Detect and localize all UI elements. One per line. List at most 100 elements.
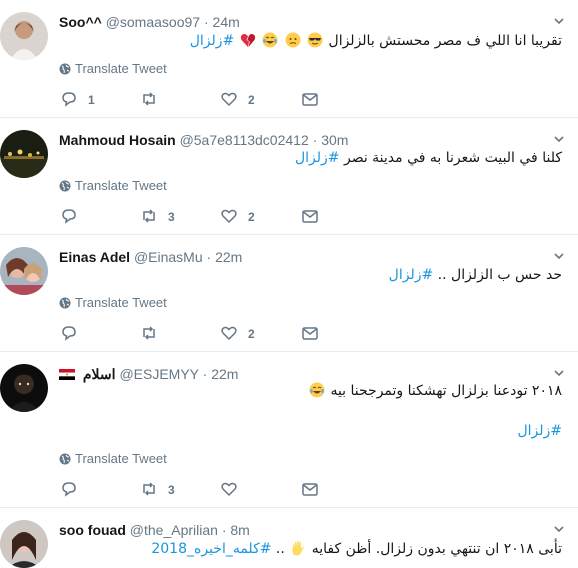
tweet-body: حد حس ب الزلزال .. (437, 267, 562, 283)
user-handle[interactable]: @EinasMu (134, 249, 203, 265)
tweet-card[interactable]: Einas Adel @EinasMu · 22m حد حس ب الزلزا… (0, 235, 578, 352)
like-button[interactable]: 2 (220, 90, 255, 110)
envelope-icon (302, 210, 318, 223)
chevron-down-icon[interactable] (552, 366, 566, 380)
display-name[interactable]: Soo^^ (59, 14, 102, 30)
tweet-body: كلنا في البيت شعرنا به في مدينة نصر (343, 150, 562, 166)
separator-dot: · (221, 522, 227, 538)
reply-icon (62, 326, 76, 341)
tweet-text: ٢٠١٨ تودعنا بزلزال تهشكنا وتمرجحنا بيه (308, 381, 562, 401)
sunglasses-emoji (307, 32, 323, 48)
user-handle[interactable]: @5a7e8113dc02412 (180, 132, 309, 148)
chevron-down-icon[interactable] (552, 522, 566, 536)
display-name[interactable]: Mahmoud Hosain (59, 132, 176, 148)
reply-button[interactable] (60, 324, 88, 344)
separator-dot: · (312, 132, 318, 148)
retweet-count: 3 (168, 210, 175, 224)
retweet-button[interactable]: 3 (140, 207, 175, 227)
retweet-icon (143, 92, 155, 106)
reply-count: 1 (88, 93, 95, 107)
tweet-text: تقريبا انا اللي ف مصر محستش بالزلزال #زل… (190, 31, 562, 51)
hashtag-link[interactable]: #زلزال (517, 423, 562, 439)
avatar[interactable] (0, 520, 48, 568)
tweet-card[interactable]: Mahmoud Hosain @5a7e8113dc02412 · 30m كل… (0, 118, 578, 235)
heart-icon (221, 482, 237, 497)
translate-tweet-link[interactable]: Translate Tweet (59, 61, 167, 77)
retweet-button[interactable]: 3 (140, 480, 175, 500)
separator-dot: · (206, 249, 212, 265)
tweet-header: soo fouad @the_Aprilian · 8m (59, 521, 548, 539)
hashtag-link[interactable]: #زلزال (389, 267, 434, 283)
timestamp[interactable]: 30m (321, 132, 348, 148)
user-handle[interactable]: @the_Aprilian (130, 522, 218, 538)
avatar[interactable] (0, 130, 48, 178)
sad-face-emoji (285, 32, 301, 48)
retweet-count: 3 (168, 483, 175, 497)
user-handle[interactable]: @ESJEMYY (119, 366, 198, 382)
chevron-down-icon[interactable] (552, 132, 566, 146)
chevron-down-icon[interactable] (552, 14, 566, 28)
tweet-text: حد حس ب الزلزال .. #زلزال (389, 265, 562, 285)
direct-message-button[interactable] (301, 480, 319, 500)
timestamp[interactable]: 22m (211, 366, 238, 382)
tweet-body: تقريبا انا اللي ف مصر محستش بالزلزال (328, 33, 562, 49)
like-count: 2 (248, 210, 255, 224)
tweet-body: ٢٠١٨ تودعنا بزلزال تهشكنا وتمرجحنا بيه (330, 383, 562, 399)
globe-icon (59, 297, 71, 309)
direct-message-button[interactable] (301, 207, 319, 227)
heart-icon (221, 92, 237, 107)
retweet-icon (143, 326, 155, 340)
avatar[interactable] (0, 12, 48, 60)
direct-message-button[interactable] (301, 324, 319, 344)
translate-label: Translate Tweet (75, 295, 167, 310)
separator-dot: · (202, 366, 208, 382)
reply-icon (62, 92, 76, 107)
translate-tweet-link[interactable]: Translate Tweet (59, 178, 167, 194)
retweet-button[interactable] (140, 324, 168, 344)
tweet-card[interactable]: soo fouad @the_Aprilian · 8m تأبى ٢٠١٨ ا… (0, 508, 578, 568)
tweet-actions: 3 (60, 480, 330, 500)
display-name[interactable]: Einas Adel (59, 249, 130, 265)
tweet-header: Mahmoud Hosain @5a7e8113dc02412 · 30m (59, 131, 548, 149)
raised-hand-emoji (290, 540, 306, 556)
reply-button[interactable] (60, 480, 88, 500)
hashtag-link[interactable]: #كلمه_اخيره_2018 (151, 541, 271, 557)
like-button[interactable] (220, 480, 248, 500)
envelope-icon (302, 483, 318, 496)
timestamp[interactable]: 24m (213, 14, 240, 30)
egypt-flag-icon (59, 369, 75, 380)
chevron-down-icon[interactable] (552, 249, 566, 263)
tweet-body: تأبى ٢٠١٨ ان تنتهي بدون زلزال. أظن كفايه (311, 541, 562, 557)
tweet-text-hashtag-line: #زلزال (517, 421, 562, 441)
direct-message-button[interactable] (301, 90, 319, 110)
tweet-body-tail: .. (275, 541, 285, 557)
like-count: 2 (248, 327, 255, 341)
tweet-actions: 2 (60, 324, 330, 344)
tweet-card[interactable]: اسلام @ESJEMYY · 22m ٢٠١٨ تودعنا بزلزال … (0, 352, 578, 508)
heart-icon (221, 209, 237, 224)
avatar[interactable] (0, 364, 48, 412)
reply-button[interactable] (60, 207, 88, 227)
hashtag-link[interactable]: #زلزال (295, 150, 340, 166)
display-name[interactable]: soo fouad (59, 522, 126, 538)
translate-tweet-link[interactable]: Translate Tweet (59, 295, 167, 311)
translate-tweet-link[interactable]: Translate Tweet (59, 451, 167, 467)
like-button[interactable]: 2 (220, 324, 255, 344)
tweet-card[interactable]: Soo^^ @somaasoo97 · 24m تقريبا انا اللي … (0, 0, 578, 118)
timestamp[interactable]: 22m (215, 249, 242, 265)
timestamp[interactable]: 8m (230, 522, 249, 538)
envelope-icon (302, 93, 318, 106)
hashtag-link[interactable]: #زلزال (190, 33, 235, 49)
avatar[interactable] (0, 247, 48, 295)
user-handle[interactable]: @somaasoo97 (106, 14, 200, 30)
tears-of-joy-emoji (262, 32, 278, 48)
reply-button[interactable]: 1 (60, 90, 95, 110)
tweet-actions: 3 2 (60, 207, 330, 227)
retweet-button[interactable] (140, 90, 168, 110)
display-name[interactable]: اسلام (83, 366, 116, 382)
like-button[interactable]: 2 (220, 207, 255, 227)
translate-label: Translate Tweet (75, 61, 167, 76)
separator-dot: · (203, 14, 209, 30)
heart-icon (221, 326, 237, 341)
tweet-text: تأبى ٢٠١٨ ان تنتهي بدون زلزال. أظن كفايه… (151, 539, 562, 559)
